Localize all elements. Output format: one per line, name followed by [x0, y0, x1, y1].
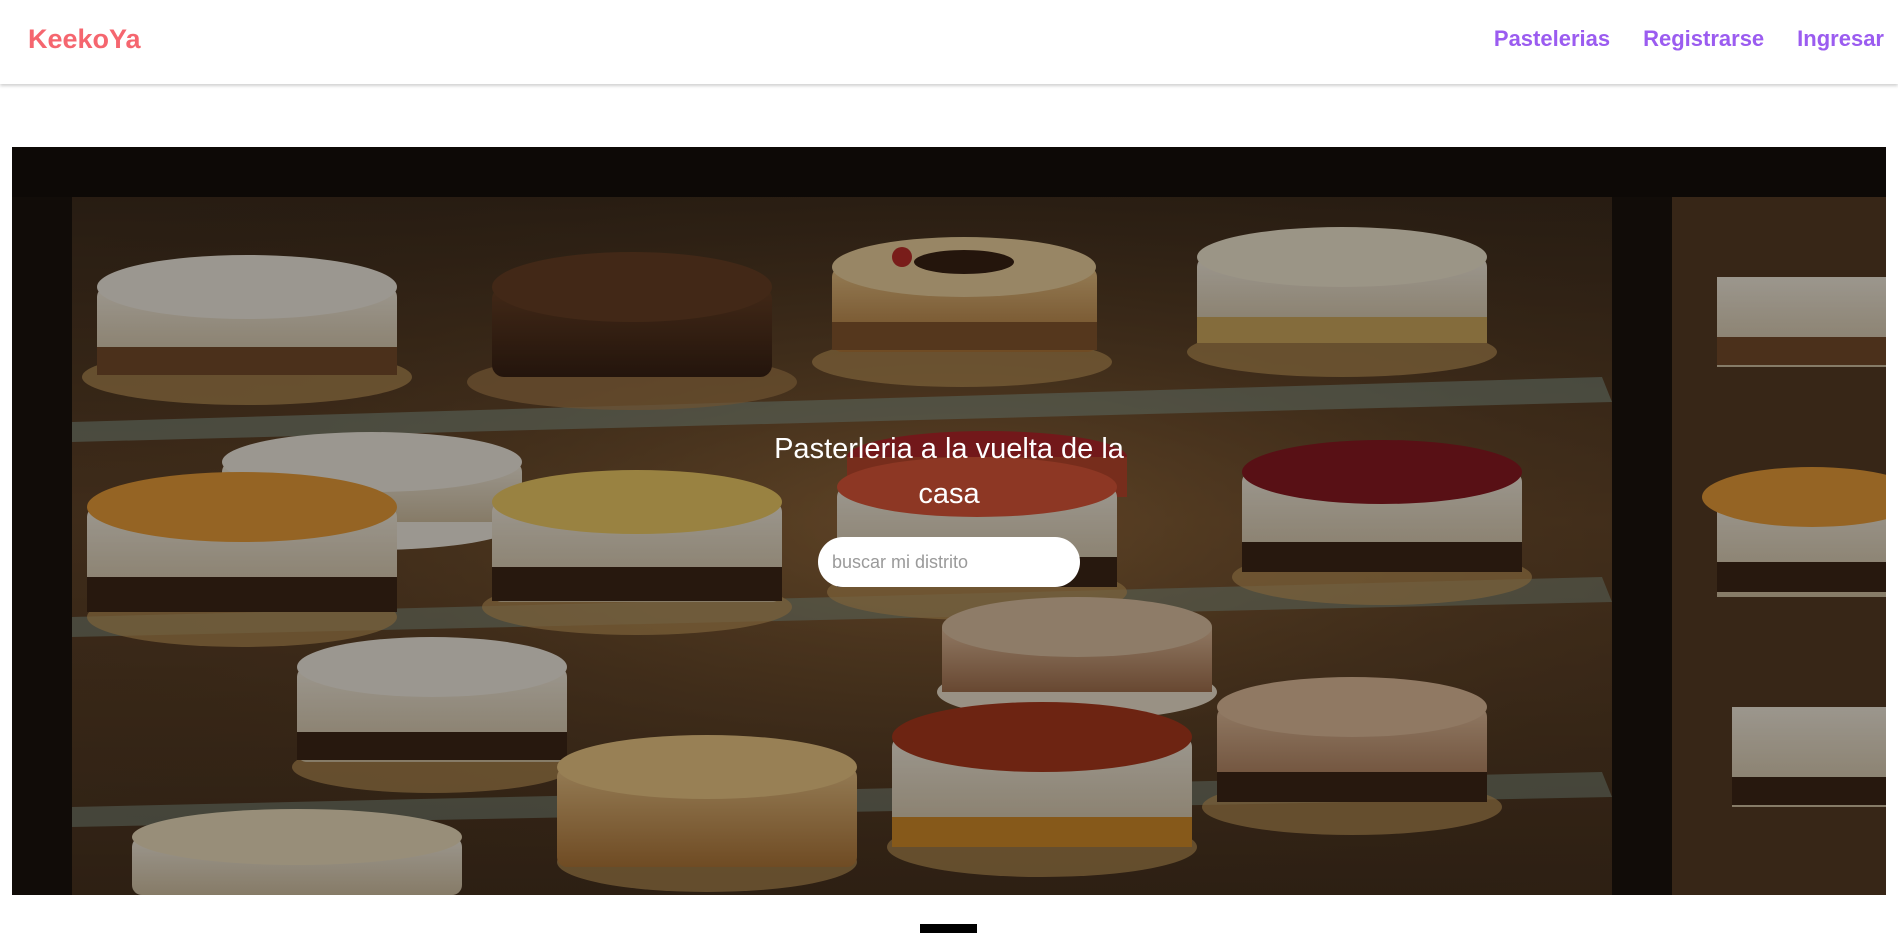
nav-link-pastelerias[interactable]: Pastelerias: [1494, 26, 1610, 52]
nav-links: Pastelerias Registrarse Ingresar: [1494, 26, 1884, 52]
hero-carousel-slide: Pasterleria a la vuelta de la casa: [12, 147, 1886, 895]
hero-title: Pasterleria a la vuelta de la casa: [774, 433, 1124, 510]
district-search-input[interactable]: [818, 537, 1080, 587]
carousel-indicator[interactable]: [920, 924, 977, 933]
hero-content: Pasterleria a la vuelta de la casa: [12, 427, 1886, 587]
brand-logo-link[interactable]: KeekoYa: [28, 24, 141, 55]
top-navbar: KeekoYa Pastelerias Registrarse Ingresar: [0, 0, 1898, 84]
nav-link-registrarse[interactable]: Registrarse: [1643, 26, 1764, 52]
nav-link-ingresar[interactable]: Ingresar: [1797, 26, 1884, 52]
